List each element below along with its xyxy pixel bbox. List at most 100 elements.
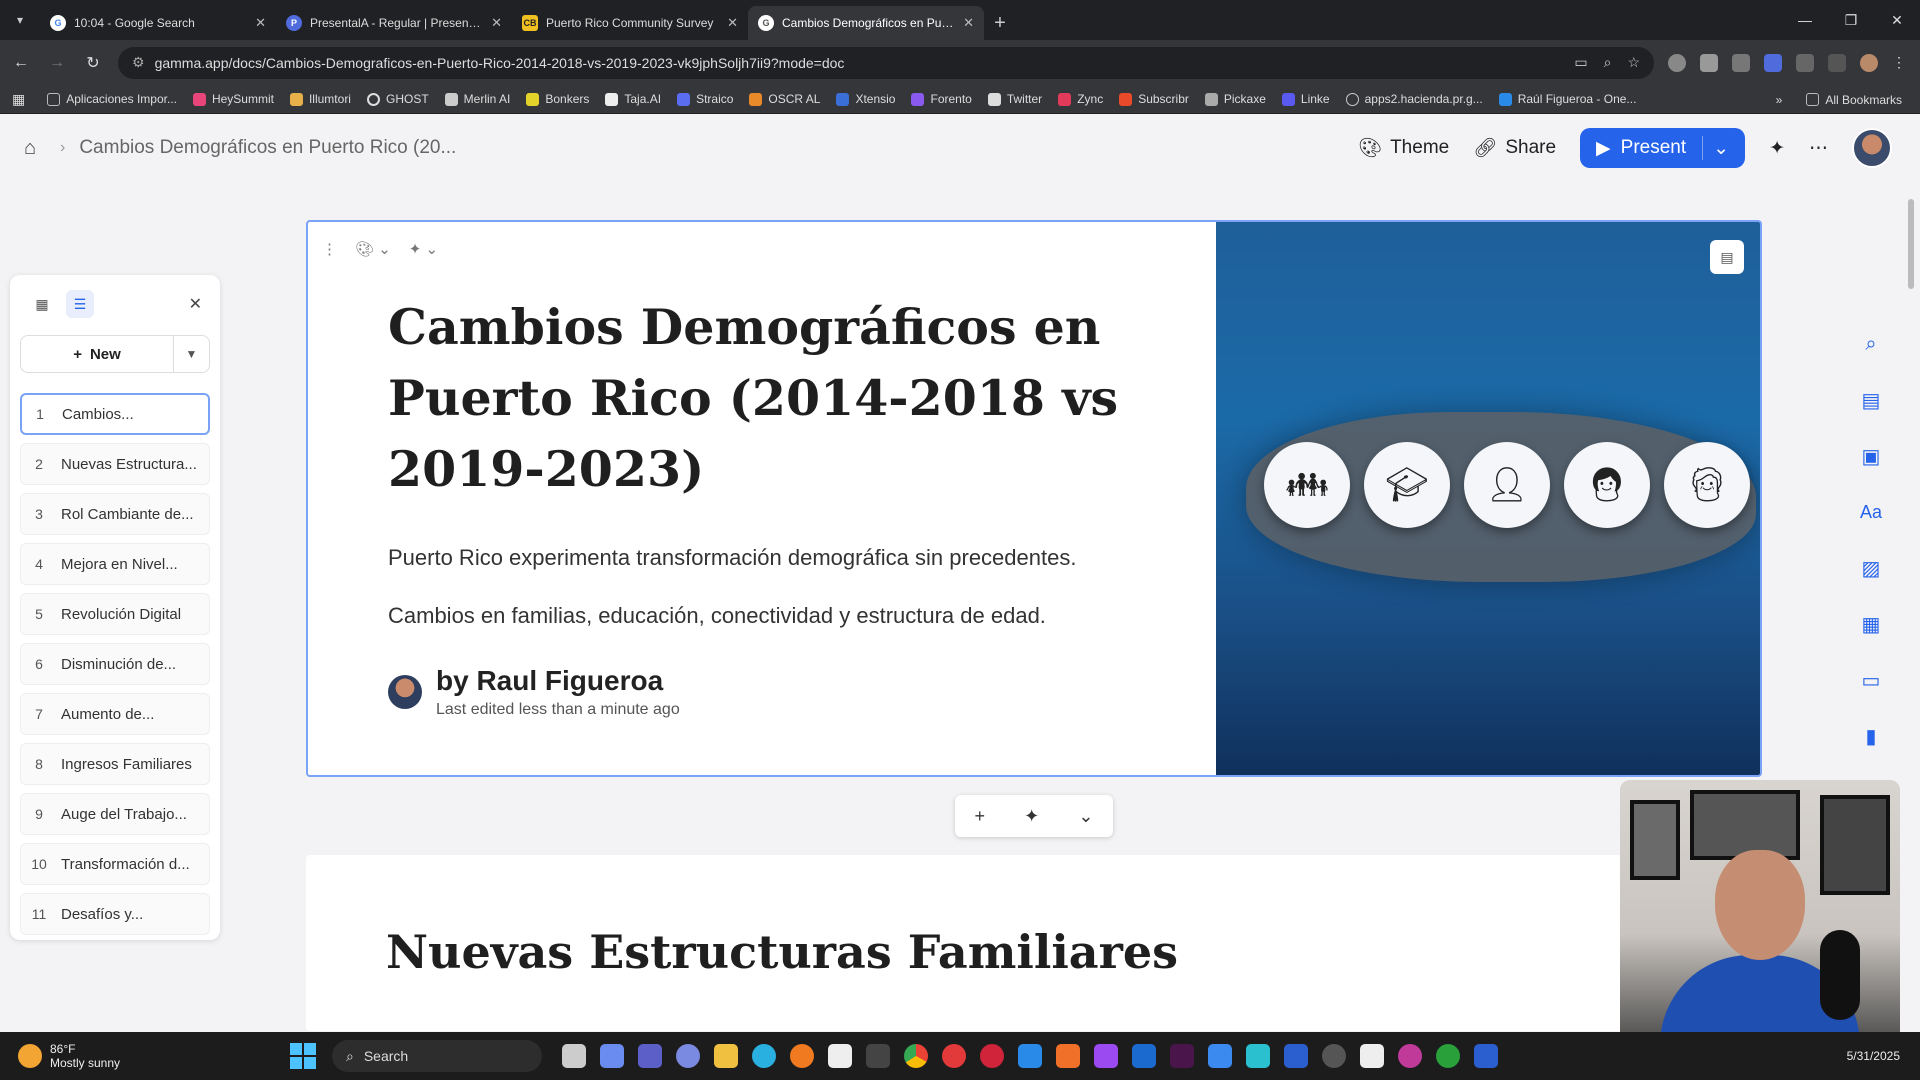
- slide-item[interactable]: 9 Auge del Trabajo...: [20, 793, 210, 835]
- all-bookmarks-folder[interactable]: All Bookmarks: [1800, 93, 1908, 107]
- app-icon[interactable]: [1246, 1044, 1270, 1068]
- bookmark-item[interactable]: Aplicaciones Impor...: [41, 92, 183, 106]
- cast-icon[interactable]: ▭: [1574, 54, 1587, 71]
- bookmark-item[interactable]: Illumtori: [284, 92, 357, 106]
- title-card[interactable]: ⋮ 🎨︎ ⌄ ✦ ⌄ Cambios Demográficos en Puert…: [306, 220, 1762, 777]
- present-button[interactable]: ▶ Present ⌄: [1580, 128, 1746, 168]
- app-icon[interactable]: [1398, 1044, 1422, 1068]
- bookmark-item[interactable]: Twitter: [982, 92, 1048, 106]
- slide-item[interactable]: 8 Ingresos Familiares: [20, 743, 210, 785]
- card-style-icon[interactable]: 🎨︎ ⌄: [355, 240, 391, 258]
- slide-item[interactable]: 11 Desafíos y...: [20, 893, 210, 935]
- star-icon[interactable]: ☆: [1627, 54, 1640, 71]
- word-icon[interactable]: [1474, 1044, 1498, 1068]
- chevron-down-icon[interactable]: ⌄: [1078, 806, 1093, 827]
- tab-search-icon[interactable]: ▾: [0, 0, 40, 40]
- theme-button[interactable]: 🎨︎ Theme: [1358, 136, 1449, 160]
- table-icon[interactable]: ▦: [1857, 610, 1885, 638]
- slide-item[interactable]: 7 Aumento de...: [20, 693, 210, 735]
- weather-widget[interactable]: 86°F Mostly sunny: [0, 1042, 280, 1070]
- card-title[interactable]: Nuevas Estructuras Familiares: [386, 925, 1178, 979]
- close-tab-icon[interactable]: ✕: [491, 15, 502, 31]
- firefox-icon[interactable]: [790, 1044, 814, 1068]
- profile-icon[interactable]: [1860, 53, 1878, 72]
- bookmark-item[interactable]: Xtensio: [830, 92, 901, 106]
- task-view-icon[interactable]: [562, 1044, 586, 1068]
- slide-item[interactable]: 2 Nuevas Estructura...: [20, 443, 210, 485]
- close-window-icon[interactable]: ✕: [1874, 0, 1920, 40]
- bookmark-item[interactable]: Merlin AI: [439, 92, 517, 106]
- bookmark-item[interactable]: Raúl Figueroa - One...: [1493, 92, 1643, 106]
- app-icon[interactable]: [1018, 1044, 1042, 1068]
- embed-icon[interactable]: ▭: [1857, 666, 1885, 694]
- app-icon[interactable]: [980, 1044, 1004, 1068]
- second-card[interactable]: Nuevas Estructuras Familiares: [306, 855, 1762, 1031]
- xbox-icon[interactable]: [1436, 1044, 1460, 1068]
- extension-pen-icon[interactable]: [1732, 53, 1750, 72]
- user-avatar[interactable]: [1852, 128, 1892, 168]
- chevron-down-icon[interactable]: ⌄: [1713, 137, 1729, 160]
- close-tab-icon[interactable]: ✕: [727, 15, 738, 31]
- app-r-icon[interactable]: [676, 1044, 700, 1068]
- minimize-icon[interactable]: —: [1782, 0, 1828, 40]
- extension-mail-icon[interactable]: [1700, 53, 1718, 72]
- teams-icon[interactable]: [638, 1044, 662, 1068]
- bookmark-item[interactable]: HeySummit: [187, 92, 280, 106]
- add-card-icon[interactable]: +: [975, 806, 986, 827]
- bookmark-item[interactable]: Pickaxe: [1199, 92, 1272, 106]
- file-explorer-icon[interactable]: [714, 1044, 738, 1068]
- chrome-icon[interactable]: [904, 1044, 928, 1068]
- bookmark-item[interactable]: Forento: [905, 92, 977, 106]
- bookmark-item[interactable]: apps2.hacienda.pr.g...: [1340, 92, 1489, 106]
- apps-grid-icon[interactable]: ▦: [12, 91, 25, 108]
- browser-tab[interactable]: G 10:04 - Google Search ✕: [40, 6, 276, 40]
- image-icon[interactable]: ▨: [1857, 554, 1885, 582]
- extension-shield-icon[interactable]: [1668, 53, 1686, 72]
- page-scrollbar[interactable]: [1908, 185, 1916, 1025]
- forward-arrow-icon[interactable]: →: [46, 54, 68, 72]
- thumbnail-view-icon[interactable]: ▦: [28, 290, 56, 318]
- word-icon[interactable]: [1284, 1044, 1308, 1068]
- edge-icon[interactable]: [752, 1044, 776, 1068]
- layout-icon[interactable]: ▣: [1857, 442, 1885, 470]
- drag-handle-icon[interactable]: ⋮: [322, 240, 337, 258]
- image-options-icon[interactable]: ▤: [1710, 240, 1744, 274]
- ai-generate-icon[interactable]: ✦: [1024, 806, 1039, 827]
- date[interactable]: 5/31/2025: [1847, 1049, 1900, 1063]
- slide-item[interactable]: 6 Disminución de...: [20, 643, 210, 685]
- bookmark-item[interactable]: GHOST: [361, 92, 435, 106]
- reload-icon[interactable]: ↻: [82, 53, 104, 73]
- bookmark-item[interactable]: Linke: [1276, 92, 1336, 106]
- scroll-thumb[interactable]: [1908, 199, 1914, 289]
- app-icon[interactable]: [1208, 1044, 1232, 1068]
- card-title[interactable]: Cambios Demográficos en Puerto Rico (201…: [388, 292, 1188, 505]
- share-button[interactable]: 🔗︎ Share: [1473, 136, 1556, 160]
- breadcrumb-title[interactable]: Cambios Demográficos en Puerto Rico (20.…: [79, 137, 456, 159]
- new-tab-button[interactable]: +: [984, 6, 1016, 40]
- search-icon[interactable]: ⌕: [1857, 330, 1885, 358]
- card-subtitle[interactable]: Puerto Rico experimenta transformación d…: [388, 543, 1188, 573]
- download-icon[interactable]: [1828, 53, 1846, 72]
- back-arrow-icon[interactable]: ←: [10, 54, 32, 72]
- browser-tab[interactable]: CB Puerto Rico Community Survey ✕: [512, 6, 748, 40]
- new-card-button[interactable]: + New ▼: [20, 335, 210, 373]
- more-options-icon[interactable]: ⋯: [1809, 137, 1828, 160]
- close-sidebar-icon[interactable]: ✕: [189, 294, 202, 314]
- zoom-icon[interactable]: ⌕: [1604, 54, 1612, 71]
- slide-item[interactable]: 10 Transformación d...: [20, 843, 210, 885]
- bookmark-item[interactable]: OSCR AL: [743, 92, 826, 106]
- app-icon[interactable]: [866, 1044, 890, 1068]
- list-view-icon[interactable]: ☰: [66, 290, 94, 318]
- slack-icon[interactable]: [1170, 1044, 1194, 1068]
- bookmark-item[interactable]: Straico: [671, 92, 739, 106]
- card-image[interactable]: 👪︎ 🎓︎ 👤︎ 👩︎ 🧓︎ ▤: [1216, 222, 1760, 775]
- chart-icon[interactable]: ▮: [1857, 722, 1885, 750]
- bookmark-item[interactable]: Taja.AI: [599, 92, 667, 106]
- ai-sparkle-button[interactable]: ✦: [1769, 137, 1785, 160]
- record-icon[interactable]: [942, 1044, 966, 1068]
- text-icon[interactable]: Aa: [1857, 498, 1885, 526]
- browser-tab[interactable]: P PresentalA - Regular | Presenta... ✕: [276, 6, 512, 40]
- app-icon[interactable]: [1322, 1044, 1346, 1068]
- taskbar-search[interactable]: ⌕ Search: [332, 1040, 542, 1072]
- bookmark-item[interactable]: Bonkers: [520, 92, 595, 106]
